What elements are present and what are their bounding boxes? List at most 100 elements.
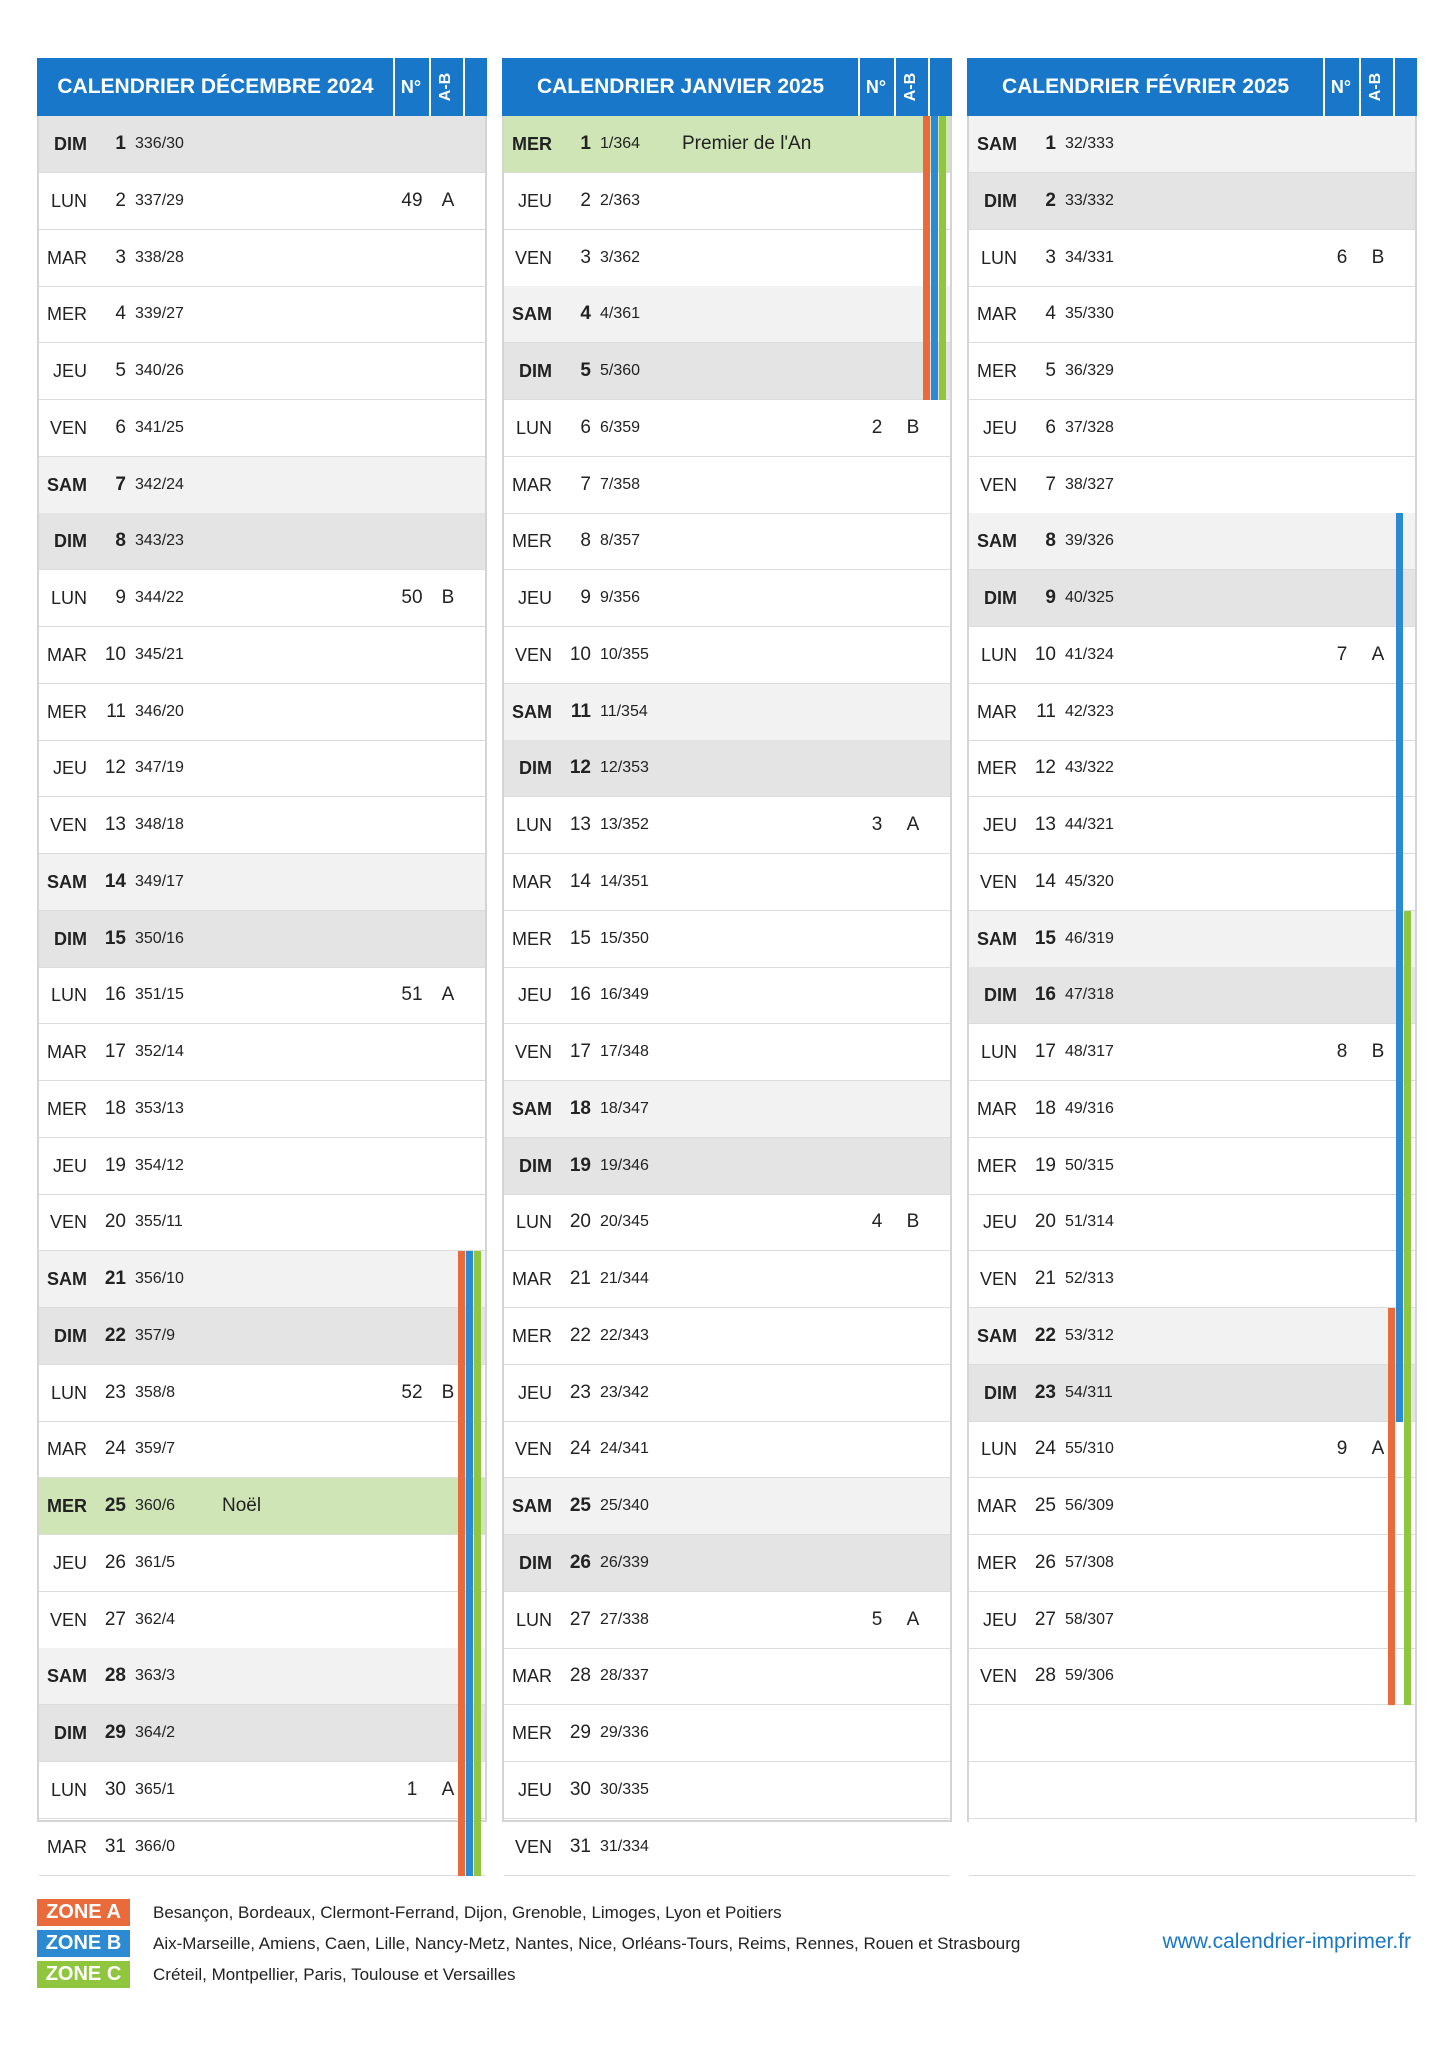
day-of-year: 33/332 — [1065, 191, 1114, 209]
week-number — [395, 1535, 429, 1591]
header-separator — [1393, 58, 1395, 116]
week-number — [1325, 1251, 1359, 1307]
zone-b-vacation-bar — [931, 172, 938, 230]
day-name: DIM — [519, 1155, 552, 1176]
day-name: MER — [512, 531, 552, 552]
day-name: DIM — [54, 531, 87, 552]
day-of-year: 37/328 — [1065, 418, 1114, 436]
day-of-year: 59/306 — [1065, 1667, 1114, 1685]
day-name: VEN — [514, 1836, 552, 1857]
day-row: VEN 27 362/4 — [39, 1591, 485, 1649]
week-number — [860, 1081, 894, 1137]
zone-a-vacation-bar — [1388, 1364, 1395, 1422]
zone-b-vacation-bar — [1396, 797, 1403, 854]
day-name: SAM — [47, 1269, 87, 1289]
day-number: 4 — [1045, 303, 1056, 325]
day-row: JEU 30 30/335 — [504, 1762, 950, 1819]
zone-b-vacation-bar — [466, 1818, 473, 1876]
zone-c-vacation-bar — [474, 1421, 481, 1479]
ab-week — [433, 627, 463, 683]
ab-week — [433, 740, 463, 796]
day-name: DIM — [54, 1325, 87, 1346]
day-name: LUN — [980, 1439, 1017, 1460]
week-number-header: N° — [1330, 77, 1352, 97]
ab-week — [898, 1535, 928, 1591]
day-of-year: 27/338 — [600, 1610, 649, 1628]
ab-week — [898, 1819, 928, 1875]
ab-week — [898, 854, 928, 910]
day-number: 28 — [1034, 1665, 1056, 1687]
zone-c-cities: Créteil, Montpellier, Paris, Toulouse et… — [153, 1965, 516, 1984]
day-row: LUN 24 55/310 9 A — [969, 1421, 1415, 1479]
day-number: 8 — [115, 530, 126, 552]
ab-week-header-label: A-B — [437, 72, 454, 102]
day-row: LUN 20 20/345 4 B — [504, 1194, 950, 1252]
week-number: 5 — [871, 1608, 883, 1630]
week-number — [860, 1138, 894, 1194]
day-row: JEU 5 340/26 — [39, 343, 485, 400]
day-row: DIM 12 12/353 — [504, 740, 950, 798]
week-number — [395, 1421, 429, 1477]
day-number: 8 — [580, 530, 591, 552]
week-number — [395, 1251, 429, 1307]
day-number: 6 — [580, 416, 591, 438]
week-number — [860, 173, 894, 229]
day-row: MER 26 57/308 — [969, 1534, 1415, 1592]
ab-week — [898, 1421, 928, 1477]
day-of-year: 338/28 — [135, 248, 184, 266]
day-row: VEN 20 355/11 — [39, 1194, 485, 1252]
day-of-year: 24/341 — [600, 1440, 649, 1458]
day-number: 30 — [104, 1778, 126, 1800]
week-number — [860, 343, 894, 399]
day-number: 24 — [104, 1438, 126, 1460]
day-name: JEU — [982, 1609, 1017, 1630]
ab-week — [898, 1705, 928, 1761]
day-number: 18 — [104, 1097, 126, 1119]
day-of-year: 9/356 — [600, 589, 641, 606]
day-of-year: 355/11 — [135, 1213, 183, 1231]
week-number — [1325, 570, 1359, 626]
day-row: MER 29 29/336 — [504, 1705, 950, 1762]
day-name: LUN — [980, 247, 1017, 268]
week-number — [1325, 116, 1359, 172]
ab-week — [433, 116, 463, 172]
day-of-year: 39/326 — [1065, 532, 1114, 550]
ab-week — [433, 1138, 463, 1194]
day-of-year: 345/21 — [135, 645, 184, 663]
zone-b-vacation-bar — [931, 116, 938, 173]
ab-week — [433, 911, 463, 967]
empty-day-row — [969, 1705, 1415, 1762]
day-of-year: 42/323 — [1065, 702, 1114, 720]
day-name: SAM — [512, 1496, 552, 1516]
week-number — [1325, 513, 1359, 569]
ab-week — [433, 457, 463, 513]
day-row: SAM 15 46/319 — [969, 910, 1415, 968]
ab-week — [898, 684, 928, 740]
day-name: DIM — [984, 190, 1017, 211]
week-number — [860, 684, 894, 740]
ab-week — [433, 684, 463, 740]
zone-b-vacation-bar — [1396, 1307, 1403, 1365]
day-row: MAR 14 14/351 — [504, 854, 950, 911]
day-number: 9 — [580, 587, 591, 608]
ab-week-header: A-B — [431, 58, 461, 116]
week-number — [395, 457, 429, 513]
ab-week-header: A-B — [1361, 58, 1391, 116]
ab-week — [1363, 1251, 1393, 1307]
website-link[interactable]: www.calendrier-imprimer.fr — [1162, 1930, 1411, 1954]
week-number — [395, 684, 429, 740]
zone-a-vacation-bar — [458, 1421, 465, 1479]
week-number — [1325, 854, 1359, 910]
week-number — [1325, 457, 1359, 513]
zone-c-vacation-bar — [1404, 1137, 1411, 1195]
zone-c-vacation-bar — [1404, 1648, 1411, 1706]
day-name: JEU — [517, 588, 552, 608]
ab-week-header: A-B — [896, 58, 926, 116]
day-name: MAR — [512, 1269, 552, 1289]
day-of-year: 57/308 — [1065, 1553, 1114, 1571]
zone-b-vacation-bar — [466, 1761, 473, 1819]
day-of-year: 50/315 — [1065, 1156, 1114, 1174]
header-separator — [928, 58, 930, 116]
day-of-year: 352/14 — [135, 1043, 184, 1060]
day-number: 15 — [104, 927, 126, 949]
